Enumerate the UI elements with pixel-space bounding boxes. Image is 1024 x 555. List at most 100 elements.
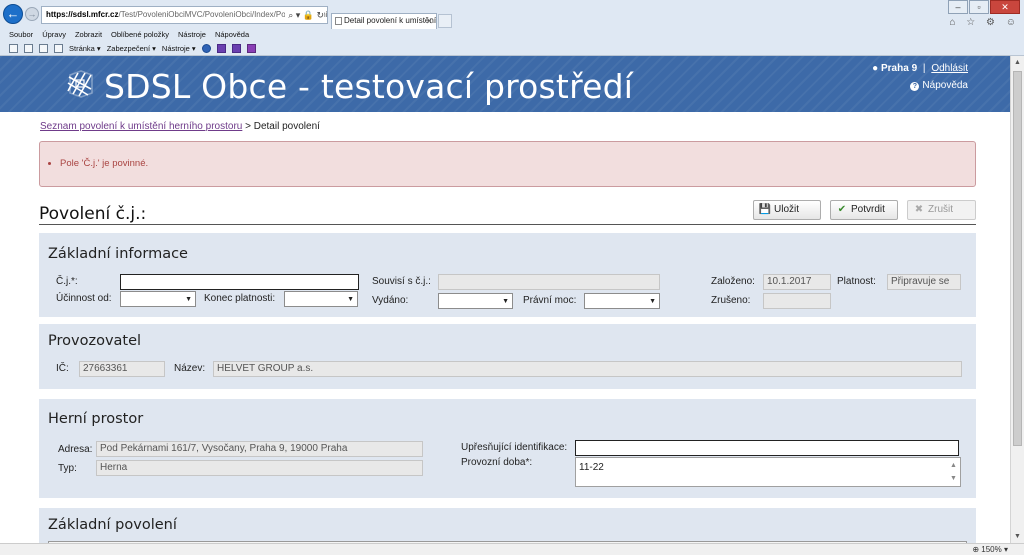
arrow-left-icon: ← bbox=[6, 6, 20, 21]
logout-link[interactable]: Odhlásit bbox=[931, 63, 968, 74]
menu-nastroje[interactable]: Nástroje bbox=[178, 29, 206, 41]
scrollbar-thumb[interactable] bbox=[1013, 71, 1022, 446]
address-label: Adresa: bbox=[58, 444, 93, 455]
print-icon[interactable] bbox=[54, 43, 63, 53]
site-header: SDSL Obce - testovací prostředí ● Praha … bbox=[0, 56, 1010, 112]
help-icon: ? bbox=[910, 82, 920, 91]
opening-hours-textarea[interactable]: 11-22 ▲ ▼ bbox=[575, 457, 961, 487]
breadcrumb: Seznam povolení k umístění herního prost… bbox=[40, 121, 320, 132]
issued-select[interactable]: ▼ bbox=[438, 293, 513, 309]
cancelled-field bbox=[763, 293, 831, 309]
cj-input[interactable] bbox=[120, 274, 359, 290]
chevron-down-icon[interactable]: ▼ bbox=[948, 472, 959, 485]
cross-icon: ✖ bbox=[914, 204, 924, 215]
cancel-permit-button-label: Zrušit bbox=[928, 204, 953, 215]
basic-info-title: Základní informace bbox=[48, 246, 188, 262]
menu-oblibene[interactable]: Oblíbené položky bbox=[111, 29, 169, 41]
minimize-button[interactable]: – bbox=[948, 0, 968, 14]
created-field: 10.1.2017 bbox=[763, 274, 831, 290]
effective-from-select[interactable]: ▼ bbox=[120, 291, 196, 307]
help-toolbar-icon[interactable] bbox=[201, 43, 211, 53]
dropdown-arrow-icon: ▼ bbox=[347, 296, 354, 303]
close-window-button[interactable]: ✕ bbox=[990, 0, 1020, 14]
extension-icon-3[interactable] bbox=[246, 43, 256, 53]
menu-zobrazit[interactable]: Zobrazit bbox=[75, 29, 102, 41]
heading-divider bbox=[39, 224, 976, 225]
page-content: Seznam povolení k umístění herního prost… bbox=[28, 112, 988, 551]
menu-napoveda[interactable]: Nápověda bbox=[215, 29, 249, 41]
forward-button[interactable]: → bbox=[25, 7, 39, 21]
related-cj-field bbox=[438, 274, 660, 290]
mail-icon[interactable] bbox=[39, 43, 48, 53]
end-validity-label: Konec platnosti: bbox=[204, 293, 276, 304]
extension-icon[interactable] bbox=[216, 43, 226, 53]
zoom-level[interactable]: ⊕ 150% ▾ bbox=[972, 544, 1008, 555]
legal-effect-select[interactable]: ▼ bbox=[584, 293, 660, 309]
validation-error-list: Pole 'Č.j.' je povinné. bbox=[60, 158, 148, 169]
menu-upravy[interactable]: Úpravy bbox=[42, 29, 66, 41]
address-host: https://sdsl.mfcr.cz bbox=[46, 10, 119, 19]
validity-field: Připravuje se bbox=[887, 274, 961, 290]
validation-error: Pole 'Č.j.' je povinné. bbox=[60, 158, 148, 169]
zoom-value: 150% bbox=[981, 545, 1002, 554]
page-margin bbox=[0, 112, 28, 543]
home-icon[interactable] bbox=[9, 43, 18, 53]
page-scrollbar[interactable]: ▲ ▼ bbox=[1010, 56, 1024, 543]
type-label: Typ: bbox=[58, 463, 77, 474]
operator-title: Provozovatel bbox=[48, 333, 142, 349]
floppy-disk-icon: 💾 bbox=[758, 204, 772, 215]
ic-label: IČ: bbox=[56, 363, 69, 374]
textarea-scrollbar[interactable]: ▲ ▼ bbox=[948, 459, 959, 485]
cancel-permit-button[interactable]: ✖ Zrušit bbox=[907, 200, 976, 220]
validation-summary: Pole 'Č.j.' je povinné. bbox=[39, 141, 976, 187]
operator-panel: Provozovatel IČ: 27663361 Název: HELVET … bbox=[39, 324, 976, 389]
save-button[interactable]: 💾 Uložit bbox=[753, 200, 821, 220]
toolbar-page[interactable]: Stránka ▾ bbox=[69, 44, 101, 53]
type-field: Herna bbox=[96, 460, 423, 476]
validity-label: Platnost: bbox=[837, 276, 876, 287]
ic-field: 27663361 bbox=[79, 361, 165, 377]
site-title: SDSL Obce - testovací prostředí bbox=[104, 67, 634, 106]
feeds-icon[interactable] bbox=[24, 43, 33, 53]
back-button[interactable]: ← bbox=[3, 4, 23, 24]
toolbar-security[interactable]: Zabezpečení ▾ bbox=[107, 44, 156, 53]
issued-label: Vydáno: bbox=[372, 295, 409, 306]
scroll-down-icon[interactable]: ▼ bbox=[1011, 530, 1024, 543]
new-tab-button[interactable] bbox=[438, 14, 452, 28]
operator-name-field: HELVET GROUP a.s. bbox=[213, 361, 962, 377]
zoom-icon: ⊕ bbox=[972, 545, 980, 554]
menu-soubor[interactable]: Soubor bbox=[9, 29, 33, 41]
tab-close-icon[interactable]: ✕ bbox=[425, 14, 433, 28]
breadcrumb-link-list[interactable]: Seznam povolení k umístění herního prost… bbox=[40, 121, 242, 132]
address-bar-icons[interactable]: ⌕ ▾ 🔒 ↻ bbox=[285, 7, 324, 23]
browser-chrome: ← → https://sdsl.mfcr.cz/Test/PovoleniOb… bbox=[0, 0, 1024, 56]
page-favicon-icon bbox=[335, 17, 342, 25]
base-permit-panel: Základní povolení bbox=[39, 508, 976, 551]
save-button-label: Uložit bbox=[774, 204, 800, 215]
breadcrumb-separator: > bbox=[245, 121, 251, 132]
dropdown-arrow-icon: ▼ bbox=[502, 298, 509, 305]
help-link[interactable]: ? Nápověda bbox=[910, 80, 968, 91]
end-validity-select[interactable]: ▼ bbox=[284, 291, 358, 307]
user-icon: ● bbox=[872, 63, 879, 74]
scroll-up-icon[interactable]: ▲ bbox=[1011, 56, 1024, 69]
chevron-up-icon[interactable]: ▲ bbox=[948, 459, 959, 472]
address-bar[interactable]: https://sdsl.mfcr.cz/Test/PovoleniObciMV… bbox=[41, 6, 328, 24]
browser-right-icons[interactable]: ⌂ ☆ ⚙ ☺ bbox=[949, 17, 1020, 28]
browser-nav-row: ← → https://sdsl.mfcr.cz/Test/PovoleniOb… bbox=[0, 0, 1024, 29]
opening-hours-value: 11-22 bbox=[579, 462, 604, 473]
help-label: Nápověda bbox=[922, 80, 968, 91]
browser-tab[interactable]: Detail povolení k umístění ... ✕ bbox=[331, 13, 437, 29]
user-separator: | bbox=[922, 63, 926, 74]
cj-label: Č.j.*: bbox=[56, 276, 78, 287]
maximize-button[interactable]: ▫ bbox=[969, 0, 989, 14]
toolbar-tools[interactable]: Nástroje ▾ bbox=[162, 44, 196, 53]
user-name: Praha 9 bbox=[881, 63, 918, 74]
legal-effect-label: Právní moc: bbox=[523, 295, 577, 306]
confirm-button[interactable]: ✔ Potvrdit bbox=[830, 200, 898, 220]
page-title: Povolení č.j.: bbox=[39, 204, 147, 224]
extension-icon-2[interactable] bbox=[231, 43, 241, 53]
dropdown-arrow-icon: ▼ bbox=[185, 296, 192, 303]
tab-title: Detail povolení k umístění ... bbox=[344, 16, 437, 25]
spec-id-input[interactable] bbox=[575, 440, 959, 456]
